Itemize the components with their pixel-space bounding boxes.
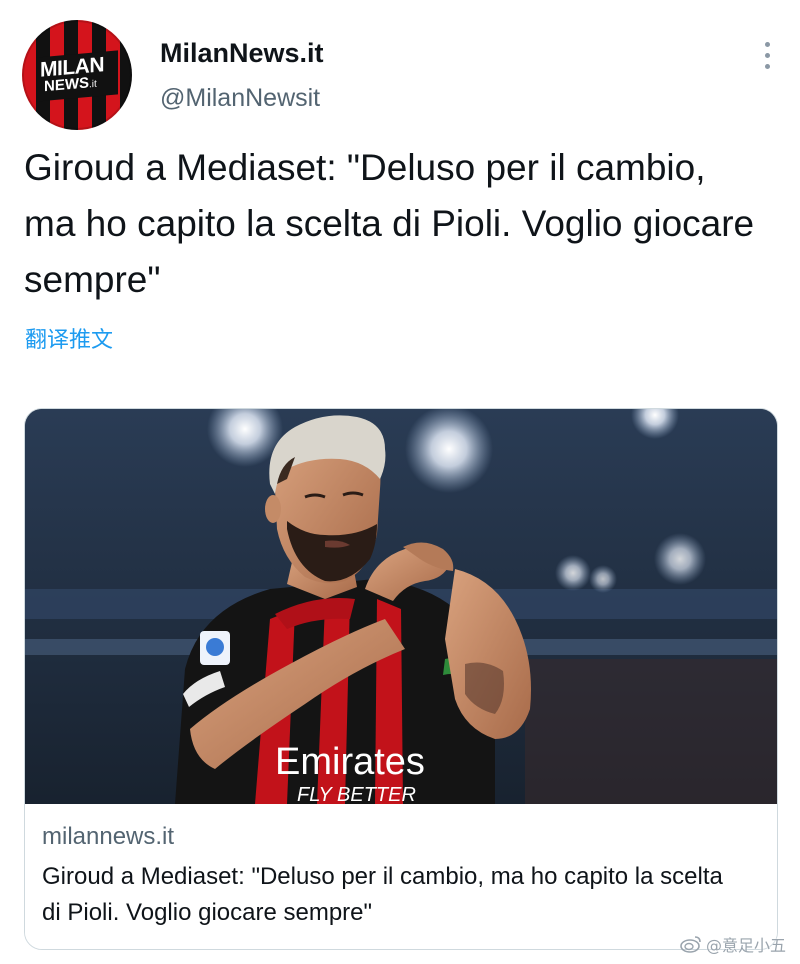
tweet-header: MILAN NEWS.it MilanNews.it @MilanNewsit <box>22 20 782 132</box>
avatar[interactable]: MILAN NEWS.it <box>22 20 132 130</box>
translate-tweet-link[interactable]: 翻译推文 <box>25 322 113 354</box>
display-name[interactable]: MilanNews.it <box>160 38 324 69</box>
card-meta[interactable]: milannews.it Giroud a Mediaset: "Deluso … <box>25 805 777 949</box>
card-title: Giroud a Mediaset: "Deluso per il cambio… <box>42 863 723 926</box>
card-domain: milannews.it <box>42 823 175 850</box>
watermark: @意足小五 <box>680 932 786 956</box>
tweet-text: Giroud a Mediaset: "Deluso per il cambio… <box>24 147 755 300</box>
user-handle[interactable]: @MilanNewsit <box>160 84 320 113</box>
jersey-sponsor-text: Emirates <box>275 741 425 783</box>
watermark-text: @意足小五 <box>705 936 786 955</box>
jersey-sponsor-subtext: FLY BETTER <box>297 784 416 804</box>
player-photo: Emirates FLY BETTER <box>25 409 777 804</box>
link-card[interactable]: Emirates FLY BETTER milannews.it Giroud … <box>24 408 778 950</box>
card-image: Emirates FLY BETTER <box>25 409 777 804</box>
weibo-icon <box>680 936 701 953</box>
more-vertical-icon[interactable] <box>762 42 774 72</box>
